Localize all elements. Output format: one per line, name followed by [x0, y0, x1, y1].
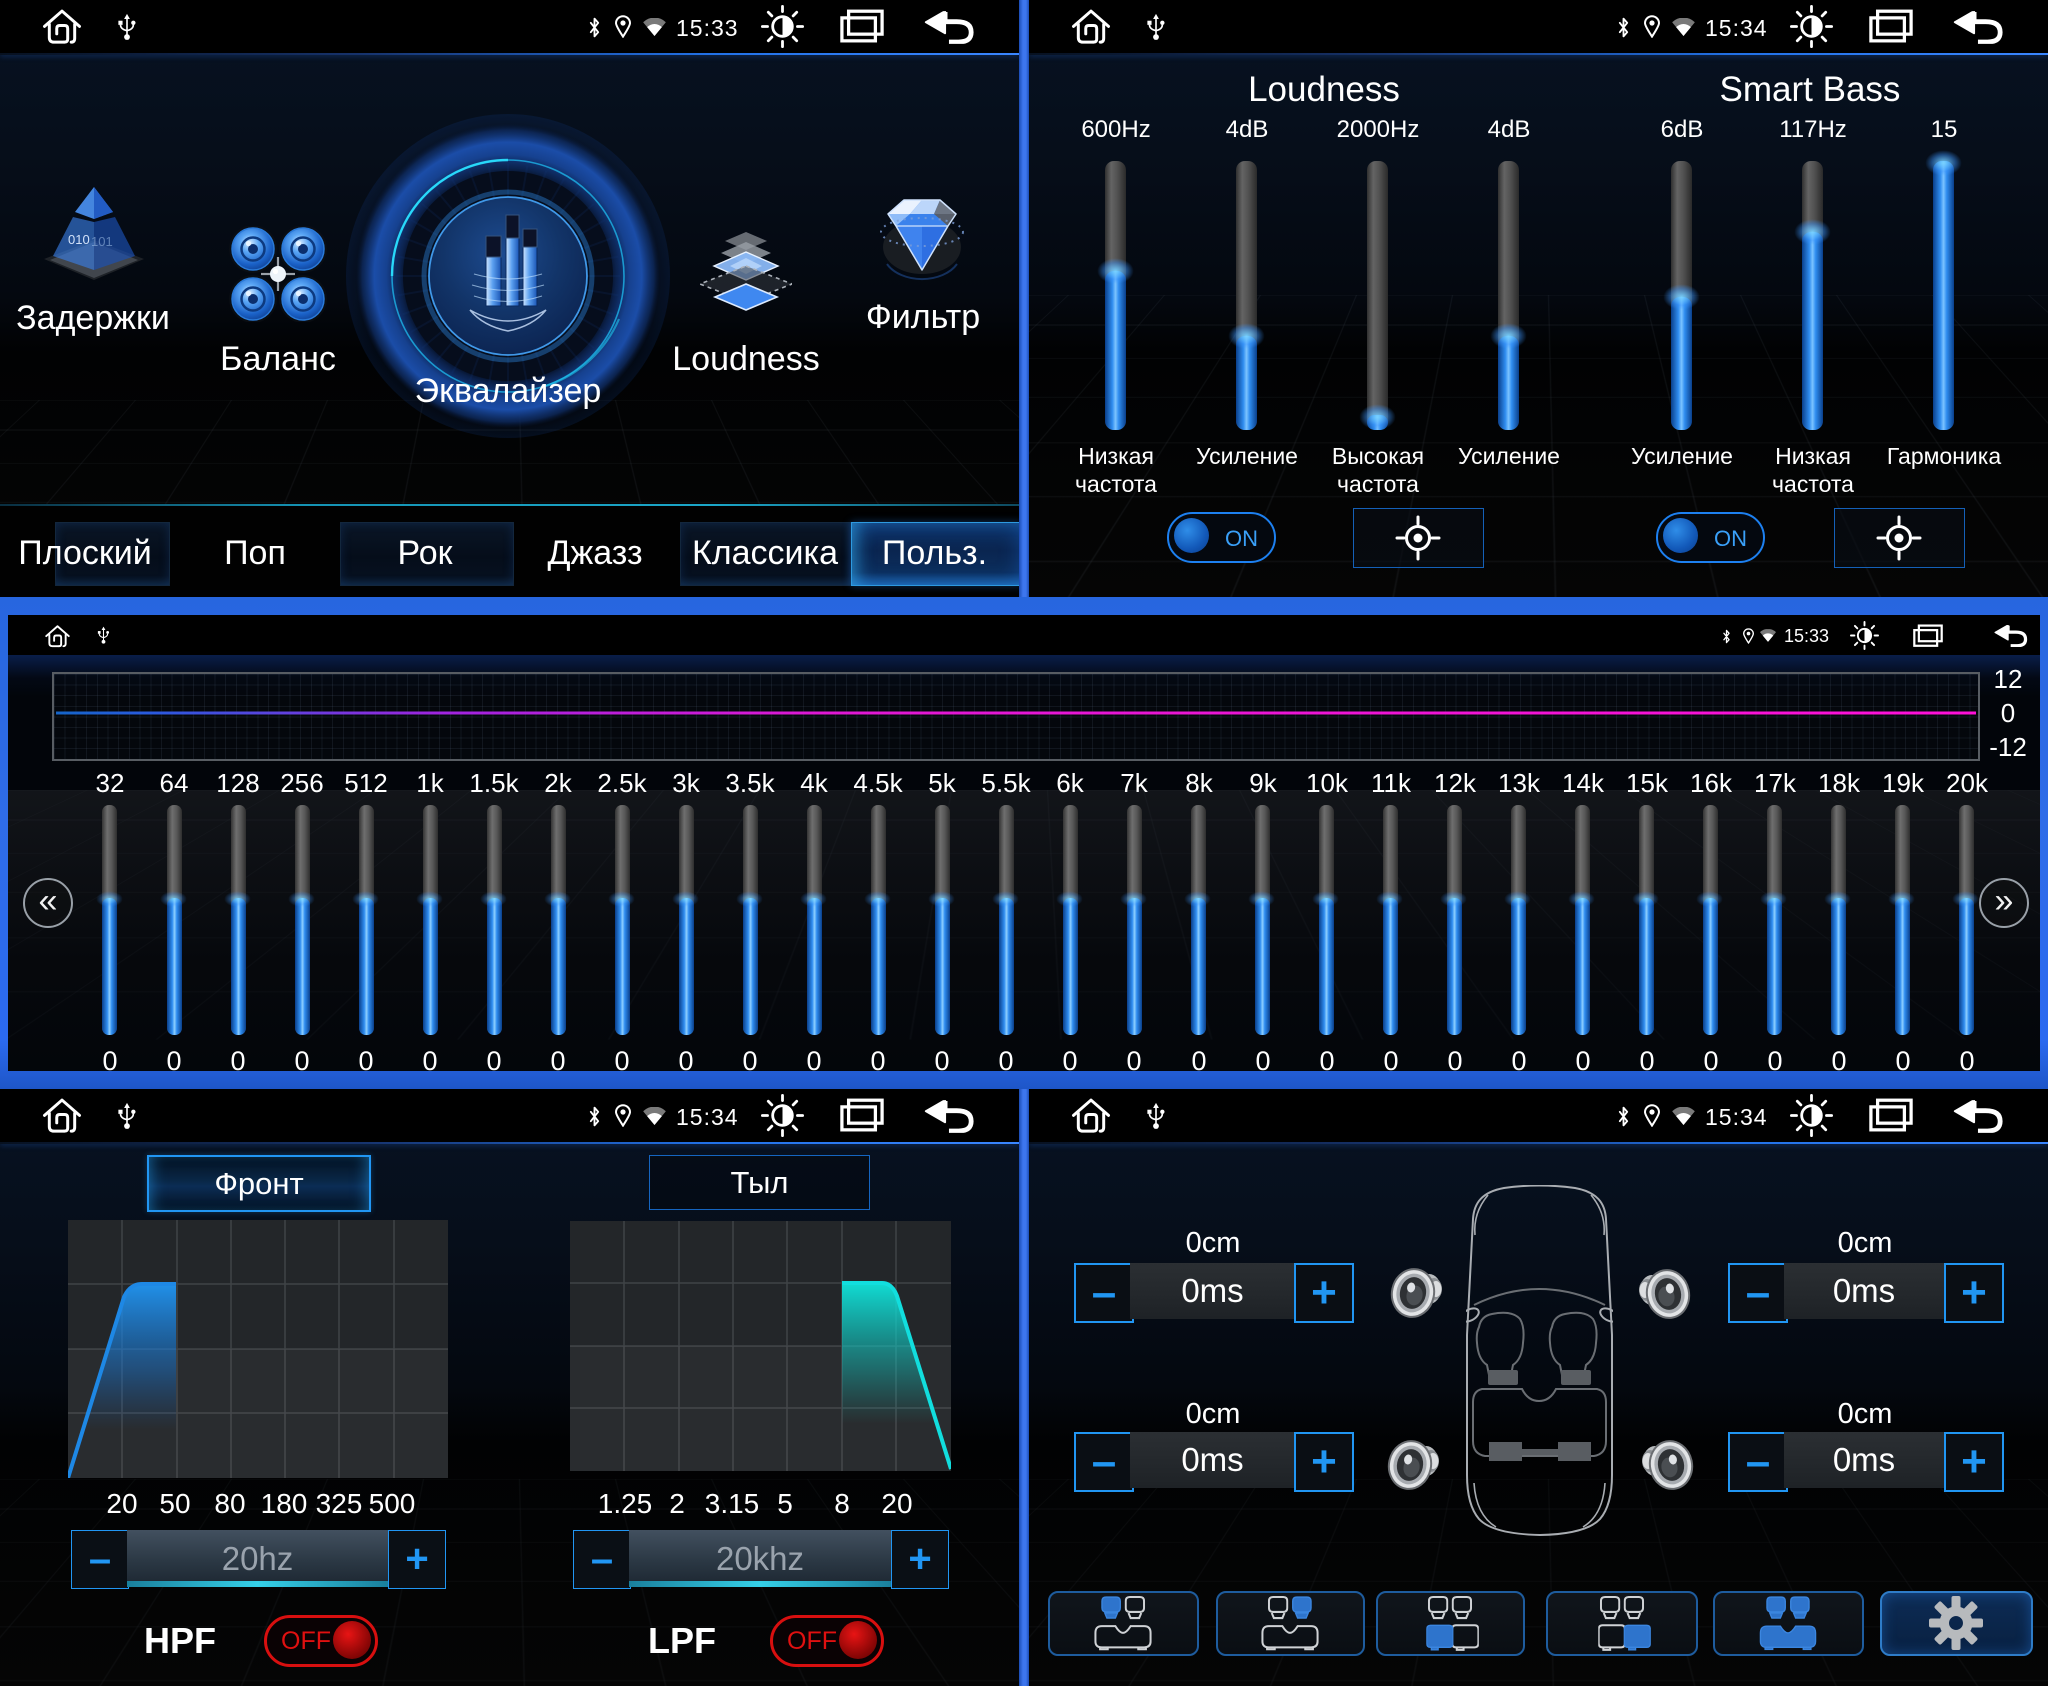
svg-text:101: 101 [91, 234, 113, 249]
svg-text:010: 010 [68, 232, 90, 247]
